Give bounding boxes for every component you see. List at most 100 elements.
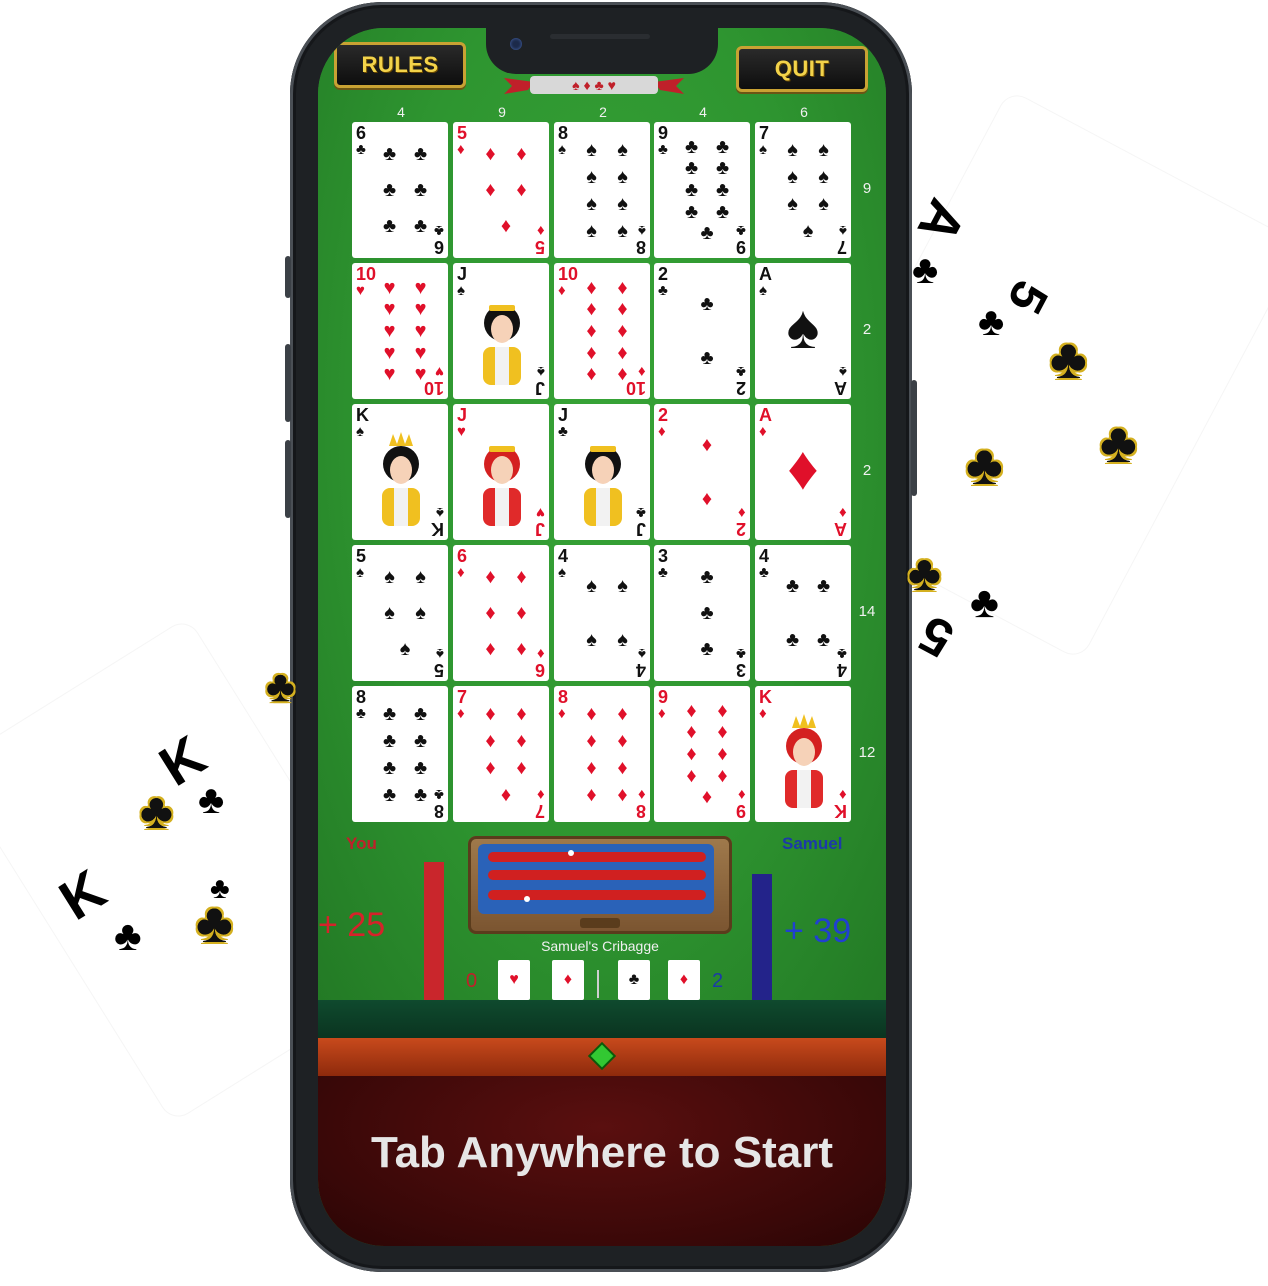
crib-card: ♦ <box>668 960 700 1000</box>
playing-card[interactable]: 3 ♣ 3 ♣ ♣ ♣ ♣ <box>654 545 750 681</box>
playing-card[interactable]: 4 ♠ 4 ♠ ♠ ♠ ♠ ♠ <box>554 545 650 681</box>
suit-pip-icon: ♠ <box>787 165 798 188</box>
ace-suit-icon: ♠ <box>786 293 820 362</box>
card-suit-icon: ♦ <box>457 705 465 722</box>
board-lane-red <box>488 852 706 862</box>
suit-pip-icon: ♦ <box>485 702 496 725</box>
suit-pip-icon: ♣ <box>700 347 714 369</box>
suit-pip-icon: ♥ <box>383 276 396 299</box>
suit-pip-icon: ♦ <box>617 341 628 364</box>
suit-pip-icon: ♦ <box>516 602 527 624</box>
playing-card[interactable]: 8 ♦ 8 ♦ ♦ ♦ ♦ ♦ ♦ ♦ ♦ ♦ <box>554 686 650 822</box>
club-icon: ♣ <box>266 662 295 711</box>
card-suit-icon: ♦ <box>537 222 545 239</box>
card-suit-icon: ♦ <box>759 705 767 722</box>
samuel-crib-count: 2 <box>712 970 724 992</box>
suit-pip-icon: ♠ <box>415 602 426 624</box>
suit-pip-icon: ♦ <box>586 756 597 779</box>
suit-pip-icon: ♠ <box>787 138 798 161</box>
suit-pip-icon: ♦ <box>617 756 628 779</box>
playing-card[interactable]: 5 ♦ 5 ♦ ♦ ♦ ♦ ♦ ♦ <box>453 122 549 258</box>
playing-card[interactable]: J ♠ J ♠ <box>453 263 549 399</box>
playing-card[interactable]: 9 ♦ 9 ♦ ♦ ♦ ♦ ♦ ♦ ♦ ♦ ♦ ♦ <box>654 686 750 822</box>
card-pips: ♠ ♠ ♠ ♠ ♠ ♠ ♠ <box>777 136 839 244</box>
card-pips: ♦ ♦ ♦ ♦ ♦ <box>475 136 537 244</box>
playing-card[interactable]: 2 ♦ 2 ♦ ♦ ♦ <box>654 404 750 540</box>
rules-button[interactable]: RULES <box>334 42 466 88</box>
playing-card[interactable]: A ♠ A ♠ ♠ <box>755 263 851 399</box>
suit-pip-icon: ♣ <box>715 157 730 180</box>
playing-card[interactable]: 8 ♣ 8 ♣ ♣ ♣ ♣ ♣ ♣ ♣ ♣ ♣ <box>352 686 448 822</box>
playing-card[interactable]: 10 ♦ 10 ♦ ♦ ♦ ♦ ♦ ♦ ♦ ♦ ♦ ♦ ♦ <box>554 263 650 399</box>
suit-pip-icon: ♣ <box>684 157 699 180</box>
card-suit-icon: ♦ <box>658 705 666 722</box>
suit-pip-icon: ♣ <box>684 200 699 223</box>
playing-card[interactable]: 6 ♦ 6 ♦ ♦ ♦ ♦ ♦ ♦ ♦ <box>453 545 549 681</box>
playing-card[interactable]: A ♦ A ♦ ♦ <box>755 404 851 540</box>
suit-pip-icon: ♣ <box>715 178 730 201</box>
suit-pip-icon: ♦ <box>485 602 496 624</box>
card-suit-icon: ♦ <box>537 645 545 662</box>
playing-card[interactable]: J ♥ J ♥ <box>453 404 549 540</box>
card-rank: 8 <box>356 687 367 707</box>
suit-pip-icon: ♥ <box>414 341 427 364</box>
playing-card[interactable]: 2 ♣ 2 ♣ ♣ ♣ <box>654 263 750 399</box>
club-icon: ♣ <box>114 912 142 959</box>
card-rank: 2 <box>658 264 669 284</box>
playing-card[interactable]: 7 ♠ 7 ♠ ♠ ♠ ♠ ♠ ♠ ♠ ♠ <box>755 122 851 258</box>
card-suit-icon: ♥ <box>435 363 444 380</box>
suit-pip-icon: ♦ <box>586 729 597 752</box>
board-peg <box>524 896 530 902</box>
suit-pip-icon: ♦ <box>617 319 628 342</box>
row-total: 9 <box>862 180 872 197</box>
playing-card[interactable]: J ♣ J ♣ <box>554 404 650 540</box>
quit-button[interactable]: QUIT <box>736 46 868 92</box>
suit-pip-icon: ♠ <box>586 138 597 161</box>
start-prompt[interactable]: Tab Anywhere to Start <box>318 1128 886 1178</box>
jack-portrait-icon <box>574 426 632 526</box>
club-icon: ♣ <box>140 783 173 839</box>
king-portrait-icon <box>775 708 833 808</box>
suit-pip-icon: ♠ <box>617 192 628 215</box>
phone-side-button <box>285 344 291 422</box>
card-rank: J <box>457 264 468 284</box>
card-rank: A <box>834 519 847 539</box>
suit-pip-icon: ♦ <box>686 721 697 744</box>
crib-card: ♦ <box>552 960 584 1000</box>
suit-pip-icon: ♥ <box>383 319 396 342</box>
you-round-score: + 25 <box>318 906 386 944</box>
suit-pip-icon: ♥ <box>414 276 427 299</box>
playing-card[interactable]: 8 ♠ 8 ♠ ♠ ♠ ♠ ♠ ♠ ♠ ♠ ♠ <box>554 122 650 258</box>
card-suit-icon: ♣ <box>356 141 366 158</box>
card-rank: K <box>834 801 847 821</box>
playing-card[interactable]: 7 ♦ 7 ♦ ♦ ♦ ♦ ♦ ♦ ♦ ♦ <box>453 686 549 822</box>
card-rank: 4 <box>558 546 569 566</box>
card-suit-icon: ♦ <box>738 786 746 803</box>
playing-card[interactable]: 6 ♣ 6 ♣ ♣ ♣ ♣ ♣ ♣ ♣ <box>352 122 448 258</box>
suit-pip-icon: ♣ <box>413 702 428 725</box>
game-screen[interactable]: ♠ ♦ ♣ ♥ RULES QUIT 49246 9 2 2 14 12 6 ♣ 6 ♣ ♣ ♣ ♣… <box>318 28 886 1246</box>
camera-icon <box>510 38 522 50</box>
suit-pip-icon: ♣ <box>700 566 714 588</box>
suit-pip-icon: ♦ <box>701 434 713 456</box>
playing-card[interactable]: 9 ♣ 9 ♣ ♣ ♣ ♣ ♣ ♣ ♣ ♣ ♣ ♣ <box>654 122 750 258</box>
suit-pip-icon: ♠ <box>617 629 628 651</box>
board-peg <box>568 850 574 856</box>
playing-card[interactable]: 5 ♠ 5 ♠ ♠ ♠ ♠ ♠ ♠ <box>352 545 448 681</box>
club-icon: ♣ <box>1050 327 1087 390</box>
suit-pip-icon: ♦ <box>485 756 496 779</box>
playing-card[interactable]: K ♦ K ♦ <box>755 686 851 822</box>
suit-pip-icon: ♠ <box>617 165 628 188</box>
suit-pip-icon: ♣ <box>413 783 428 806</box>
phone-notch <box>486 28 718 74</box>
suit-pip-icon: ♥ <box>383 298 396 321</box>
suit-pip-icon: ♠ <box>586 575 597 597</box>
playing-card[interactable]: 10 ♥ 10 ♥ ♥ ♥ ♥ ♥ ♥ ♥ ♥ ♥ ♥ ♥ <box>352 263 448 399</box>
playing-card[interactable]: 4 ♣ 4 ♣ ♣ ♣ ♣ ♣ <box>755 545 851 681</box>
card-rank: 4 <box>759 546 770 566</box>
suit-pip-icon: ♥ <box>383 363 396 386</box>
playing-card[interactable]: K ♠ K ♠ <box>352 404 448 540</box>
card-rank: J <box>635 519 646 539</box>
suit-pip-icon: ♠ <box>802 219 814 242</box>
suit-pip-icon: ♦ <box>617 783 628 806</box>
